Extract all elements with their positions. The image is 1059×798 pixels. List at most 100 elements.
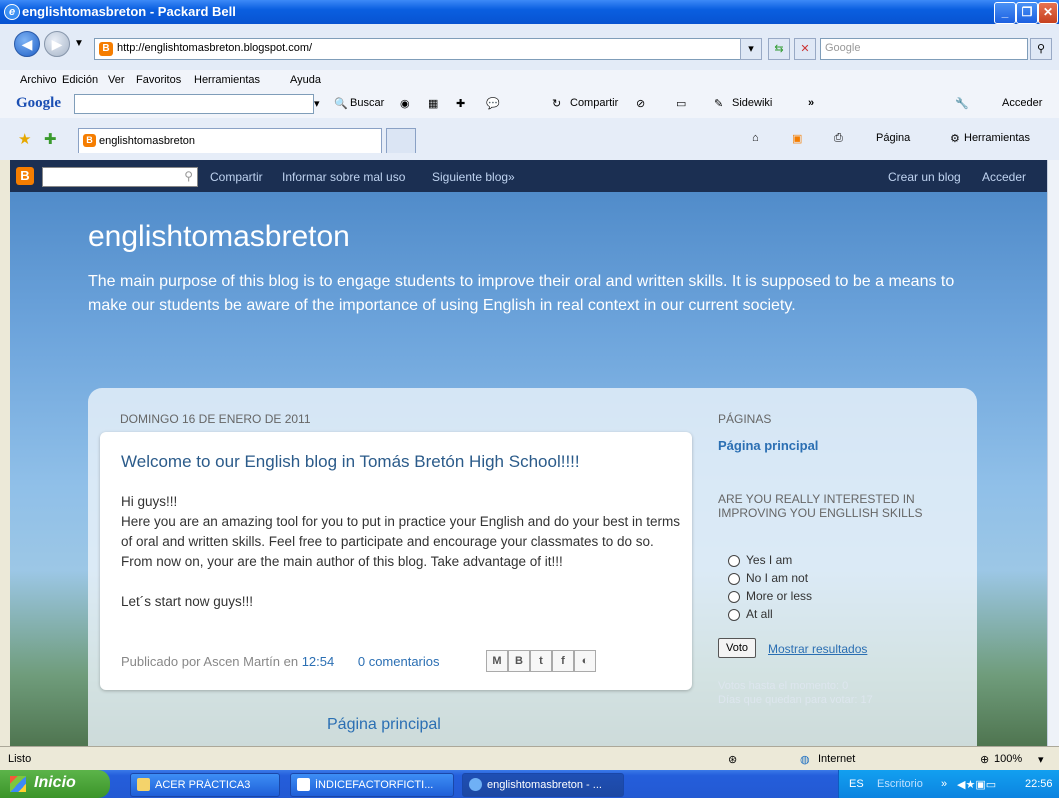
votes-so-far: Votos hasta el momento: 0	[718, 680, 849, 692]
plus-icon[interactable]: ✚	[456, 97, 465, 110]
zoom-dropdown-icon[interactable]: ▾	[1038, 753, 1044, 766]
spellcheck-icon[interactable]: ▭	[676, 97, 686, 110]
herramientas-menu[interactable]: Herramientas	[964, 132, 1030, 144]
menu-favoritos[interactable]: Favoritos	[136, 74, 181, 86]
tray-icons[interactable]: ◀★▣▭	[957, 778, 996, 791]
search-placeholder: Google	[825, 42, 861, 54]
post-title[interactable]: Welcome to our English blog in Tomás Bre…	[121, 452, 580, 472]
taskbar-item[interactable]: englishtomasbreton - ...	[462, 773, 624, 797]
facebook-icon[interactable]: f	[552, 650, 574, 672]
gear-icon: ⚙	[950, 133, 960, 145]
menu-archivo[interactable]: Archivo	[20, 74, 57, 86]
buscar-button[interactable]: Buscar	[350, 97, 384, 109]
menu-herramientas[interactable]: Herramientas	[194, 74, 260, 86]
forward-button[interactable]: ▶	[44, 31, 70, 57]
dropdown-icon[interactable]: ▾	[314, 97, 320, 110]
stop-button[interactable]: ✕	[794, 38, 816, 60]
taskbar-item-label: englishtomasbreton - ...	[487, 779, 602, 791]
sidewiki-button[interactable]: Sidewiki	[732, 97, 772, 109]
ie-icon	[469, 778, 482, 791]
menu-ayuda[interactable]: Ayuda	[290, 74, 321, 86]
post-line: From now on, your are the main author of…	[121, 554, 563, 569]
bookmark-icon[interactable]: ▦	[428, 97, 438, 110]
maximize-button[interactable]: ❐	[1016, 2, 1038, 24]
menu-edicion[interactable]: Edición	[62, 74, 98, 86]
tray-expand-icon[interactable]: »	[941, 778, 947, 790]
post-time-link[interactable]: 12:54	[302, 654, 335, 669]
favorites-bar: ★ ✚ B englishtomasbreton ⌂ ▣ ⎙ Página ⚙ …	[0, 118, 1059, 160]
start-button[interactable]: Inicio	[0, 770, 110, 798]
buzz-icon[interactable]: ◐	[574, 650, 596, 672]
vote-button[interactable]: Voto	[718, 638, 756, 658]
window-title: englishtomasbreton - Packard Bell	[22, 4, 236, 19]
pagina-menu[interactable]: Página	[876, 132, 910, 144]
search-icon[interactable]: ⚲	[184, 169, 193, 183]
favorites-star-icon[interactable]: ★	[18, 130, 31, 148]
page-content: B ⚲ Compartir Informar sobre mal uso Sig…	[10, 160, 1047, 746]
more-button[interactable]: »	[808, 97, 814, 109]
minimize-button[interactable]: _	[994, 2, 1016, 24]
globe-icon[interactable]: ◉	[400, 97, 410, 110]
pages-home-link[interactable]: Página principal	[718, 438, 818, 453]
share-icon: ↻	[552, 98, 562, 110]
comments-link[interactable]: 0 comentarios	[358, 654, 440, 669]
refresh-button[interactable]: ⇆	[768, 38, 790, 60]
signin-link[interactable]: Acceder	[982, 170, 1026, 184]
translate-icon[interactable]: 💬	[486, 97, 500, 110]
post-line: Hi guys!!!	[121, 494, 178, 509]
show-results-link[interactable]: Mostrar resultados	[768, 642, 867, 656]
add-favorite-icon[interactable]: ✚	[44, 130, 57, 148]
home-icon[interactable]: ⌂	[752, 132, 759, 144]
url-field[interactable]: B http://englishtomasbreton.blogspot.com…	[94, 38, 762, 60]
search-icon[interactable]: ⚲	[1030, 38, 1052, 60]
blogger-logo-icon[interactable]: B	[16, 167, 34, 185]
tab-englishtomasbreton[interactable]: B englishtomasbreton	[78, 128, 382, 153]
privacy-icon[interactable]: ⊛	[728, 753, 737, 766]
google-toolbar: Google ▾ 🔍 Buscar ◉ ▦ ✚ 💬 ↻ Compartir ⊘ …	[0, 90, 1059, 119]
report-abuse-link[interactable]: Informar sobre mal uso	[282, 170, 405, 184]
main-column: DOMINGO 16 DE ENERO DE 2011 Welcome to o…	[88, 388, 977, 746]
url-dropdown-icon[interactable]: ▾	[740, 38, 762, 60]
feeds-icon[interactable]: ▣	[792, 132, 802, 145]
compartir-button[interactable]: Compartir	[570, 97, 618, 109]
poll-option-radio[interactable]	[728, 609, 740, 621]
blog-description: The main purpose of this blog is to enga…	[88, 273, 955, 314]
status-text: Listo	[8, 753, 32, 765]
back-button[interactable]: ◀	[14, 31, 40, 57]
poll-option-radio[interactable]	[728, 573, 740, 585]
close-button[interactable]: ✕	[1038, 2, 1058, 24]
blog-search-input[interactable]: ⚲	[42, 167, 198, 187]
title-bar: e englishtomasbreton - Packard Bell _ ❐ …	[0, 0, 1059, 24]
vertical-scrollbar[interactable]	[1047, 160, 1059, 746]
history-dropdown-icon[interactable]: ▼	[74, 38, 84, 49]
language-indicator[interactable]: ES	[849, 778, 864, 790]
popup-blocker-icon[interactable]: ⊘	[636, 97, 645, 110]
home-page-link[interactable]: Página principal	[327, 716, 441, 734]
print-icon[interactable]: ⎙	[834, 132, 843, 145]
post-author: Publicado por Ascen Martín en	[121, 654, 299, 669]
poll-option-radio[interactable]	[728, 591, 740, 603]
poll-option-radio[interactable]	[728, 555, 740, 567]
zoom-icon: ⊕	[980, 754, 990, 766]
zoom-level[interactable]: 100%	[994, 753, 1022, 765]
address-bar: ◀ ▶ ▼ B http://englishtomasbreton.blogsp…	[0, 24, 1059, 70]
taskbar-item[interactable]: ACER PRÁCTICA3	[130, 773, 280, 797]
wrench-icon[interactable]: 🔧	[955, 97, 969, 110]
google-search-input[interactable]	[74, 94, 314, 114]
desktop-toolbar[interactable]: Escritorio	[877, 778, 923, 790]
blogthis-icon[interactable]: B	[508, 650, 530, 672]
search-input[interactable]: Google	[820, 38, 1028, 60]
next-blog-link[interactable]: Siguiente blog»	[432, 170, 515, 184]
menu-ver[interactable]: Ver	[108, 74, 125, 86]
google-logo: Google	[16, 95, 61, 111]
create-blog-link[interactable]: Crear un blog	[888, 170, 961, 184]
blog-title[interactable]: englishtomasbreton	[88, 220, 350, 254]
compartir-link[interactable]: Compartir	[210, 170, 263, 184]
new-tab-button[interactable]	[386, 128, 416, 153]
ie-logo-icon: e	[4, 4, 20, 20]
taskbar-item[interactable]: ÍNDICEFACTORFICTI...	[290, 773, 454, 797]
email-share-icon[interactable]: M	[486, 650, 508, 672]
acceder-button[interactable]: Acceder	[1002, 97, 1042, 109]
twitter-icon[interactable]: t	[530, 650, 552, 672]
pages-header: PÁGINAS	[718, 412, 772, 426]
